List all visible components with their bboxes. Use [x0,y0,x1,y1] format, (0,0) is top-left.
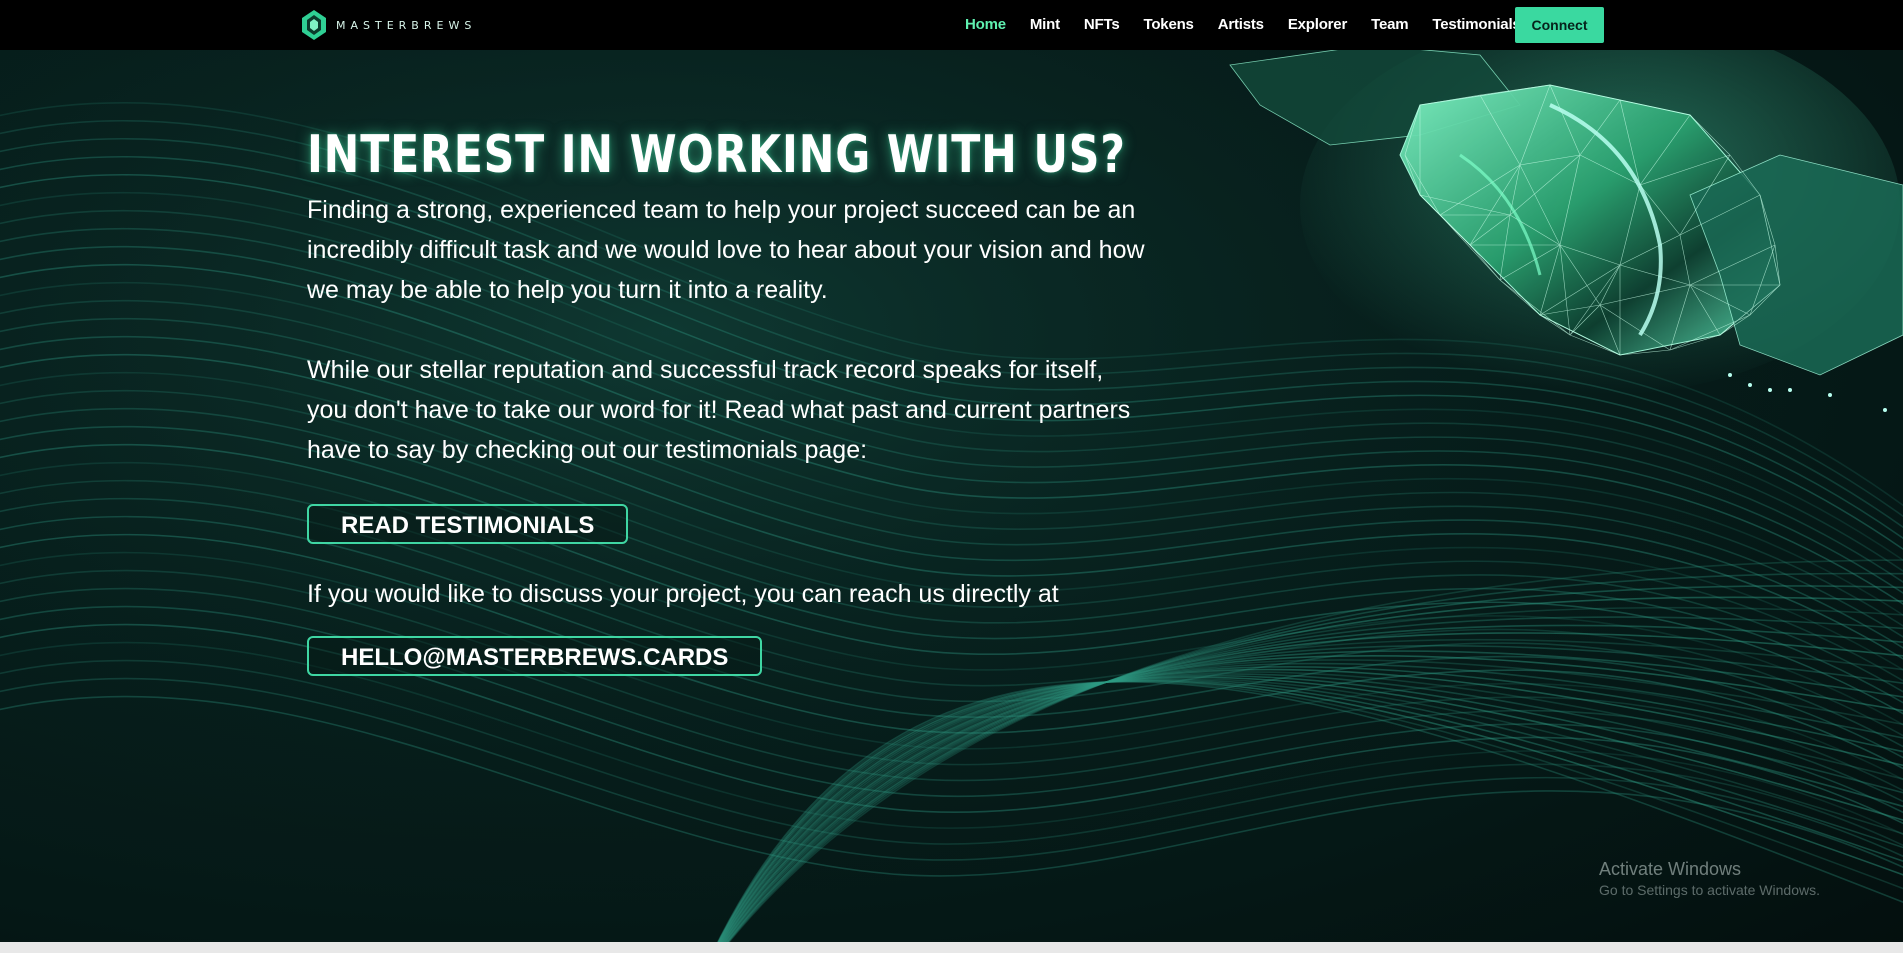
navbar: MASTERBREWS Home Mint NFTs Tokens Artists Exp… [0,0,1903,50]
nav-item-nfts[interactable]: NFTs [1084,16,1120,33]
nav-item-team[interactable]: Team [1371,16,1408,33]
nav-item-home[interactable]: Home [965,16,1006,33]
nav-item-tokens[interactable]: Tokens [1144,16,1194,33]
logo-text: MASTERBREWS [336,18,477,32]
read-testimonials-button[interactable]: READ TESTIMONIALS [307,504,629,544]
watermark-title: Activate Windows [1599,859,1742,879]
logo[interactable]: MASTERBREWS [300,9,476,41]
connect-button[interactable]: Connect [1515,7,1604,43]
nav-item-artists[interactable]: Artists [1218,16,1264,33]
nav-links: Home Mint NFTs Tokens Artists Explorer Team Tes… [965,16,1545,33]
intro-paragraph: Finding a strong, experienced team to he… [307,196,1145,304]
page: MASTERBREWS Home Mint NFTs Tokens Artists Exp… [0,0,1903,953]
watermark-subtitle: Go to Settings to activate Windows. [1599,882,1820,898]
page-title: INTEREST IN WORKING WITH US? [307,125,1126,185]
main-content: INTEREST IN WORKING WITH US? Finding a s… [307,120,1167,676]
polygon-hand-illustration [1229,45,1903,412]
nav-item-explorer[interactable]: Explorer [1288,16,1347,33]
nav-item-mint[interactable]: Mint [1030,16,1060,33]
email-button[interactable]: HELLO@MASTERBREWS.CARDS [307,636,763,676]
masterbrews-logo-icon [302,10,326,40]
activate-windows-watermark: Activate Windows Go to Settings to activ… [1599,858,1820,900]
nav-item-testimonials[interactable]: Testimonials [1432,16,1520,33]
bottom-strip [0,942,1903,953]
reputation-paragraph: While our stellar reputation and success… [307,356,1131,464]
contact-paragraph: If you would like to discuss your projec… [307,580,1059,608]
